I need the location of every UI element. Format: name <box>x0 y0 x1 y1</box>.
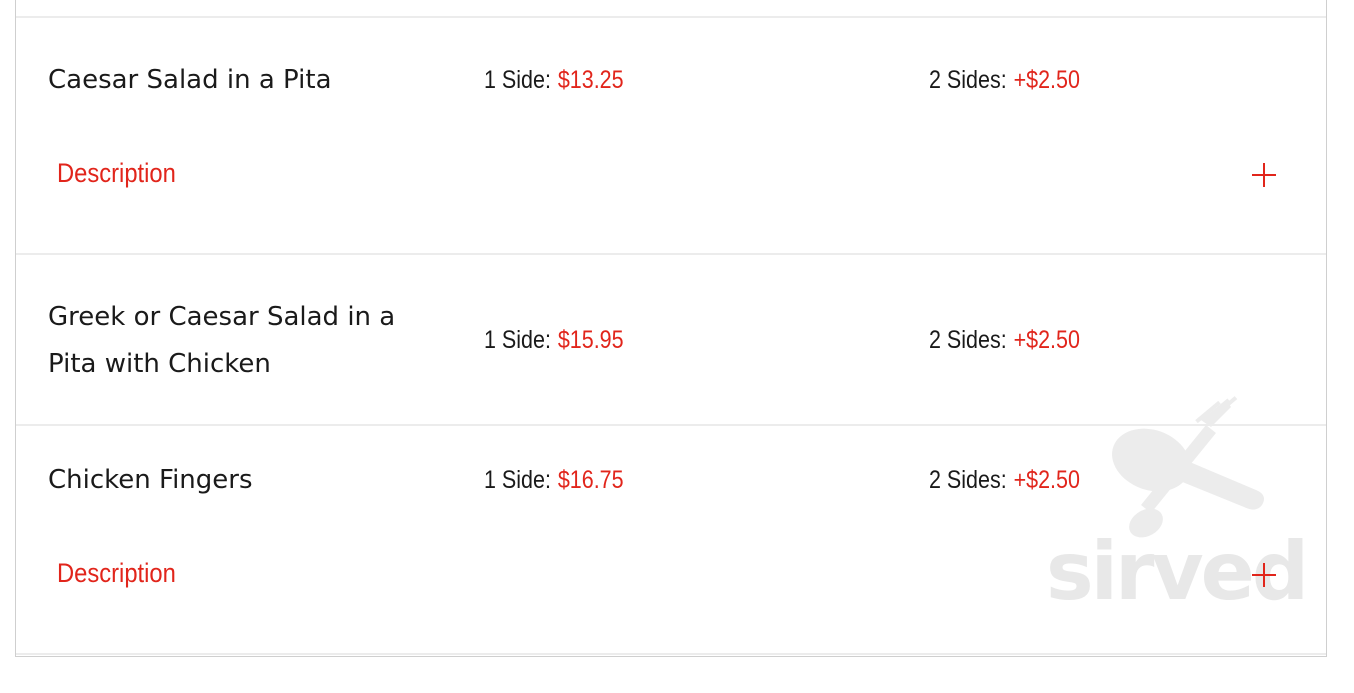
one-side-label: 1 Side: <box>484 326 551 354</box>
two-sides-label: 2 Sides: <box>929 466 1007 494</box>
item-divider <box>16 653 1326 655</box>
description-toggle[interactable]: Description <box>57 158 176 189</box>
one-side-value: $13.25 <box>557 66 624 94</box>
two-sides-price: 2 Sides: +$2.50 <box>929 464 1080 496</box>
one-side-price: 1 Side: $15.95 <box>484 324 624 356</box>
expand-plus-icon[interactable] <box>1252 563 1276 587</box>
item-name: Caesar Salad in a Pita <box>48 65 332 95</box>
description-toggle[interactable]: Description <box>57 558 176 589</box>
two-sides-value: +$2.50 <box>1013 466 1080 494</box>
item-name: Chicken Fingers <box>48 465 253 495</box>
item-divider <box>16 253 1326 255</box>
one-side-price: 1 Side: $16.75 <box>484 464 624 496</box>
one-side-label: 1 Side: <box>484 466 551 494</box>
sirved-watermark: sirved <box>1046 395 1326 625</box>
one-side-label: 1 Side: <box>484 66 551 94</box>
one-side-value: $16.75 <box>557 466 624 494</box>
two-sides-value: +$2.50 <box>1013 326 1080 354</box>
one-side-price: 1 Side: $13.25 <box>484 64 624 96</box>
item-name: Greek or Caesar Salad in a Pita with Chi… <box>48 302 396 379</box>
two-sides-price: 2 Sides: +$2.50 <box>929 64 1080 96</box>
two-sides-label: 2 Sides: <box>929 66 1007 94</box>
fork-and-spoon-icon <box>1112 396 1264 538</box>
two-sides-value: +$2.50 <box>1013 66 1080 94</box>
item-divider <box>16 16 1326 18</box>
one-side-value: $15.95 <box>557 326 624 354</box>
two-sides-label: 2 Sides: <box>929 326 1007 354</box>
item-divider <box>16 424 1326 426</box>
menu-item-list: Caesar Salad in a Pita 1 Side: $13.25 2 S… <box>15 0 1327 657</box>
expand-plus-icon[interactable] <box>1252 163 1276 187</box>
two-sides-price: 2 Sides: +$2.50 <box>929 324 1080 356</box>
